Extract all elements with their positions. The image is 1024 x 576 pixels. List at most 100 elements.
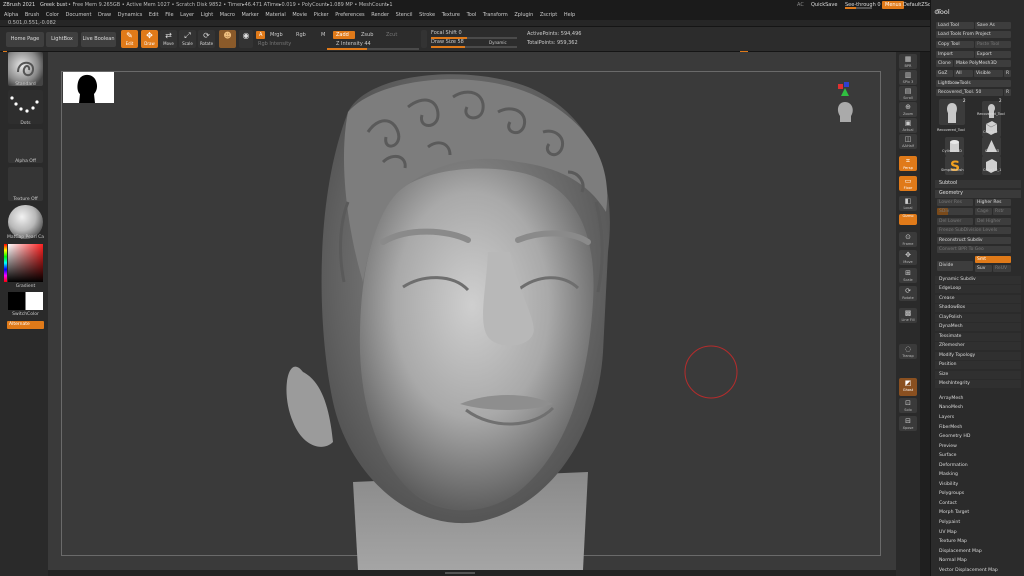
frame-button[interactable]: ⊙ Frame [899, 232, 917, 247]
modify-topology-subpalette[interactable]: Modify Topology [935, 352, 1021, 360]
texture-map-section[interactable]: Texture Map [939, 538, 967, 546]
dynamic-toggle[interactable]: Dynamic [489, 39, 507, 46]
aahalf-button[interactable]: ◫ AAHalf [899, 134, 917, 149]
reuv-toggle[interactable]: ReUV [993, 265, 1011, 272]
bottom-shelf-handle[interactable] [445, 572, 475, 574]
zadd-toggle[interactable]: Zadd [333, 31, 355, 39]
color-picker[interactable] [8, 244, 43, 282]
menu-draw[interactable]: Draw [98, 10, 111, 20]
goz-all-button[interactable]: All [954, 70, 973, 77]
menu-help[interactable]: Help [564, 10, 575, 20]
higher-res-button[interactable]: Higher Res [975, 199, 1011, 206]
position-subpalette[interactable]: Position [935, 361, 1021, 369]
menu-alpha[interactable]: Alpha [4, 10, 18, 20]
gear-icon[interactable]: ⚙ [934, 9, 939, 16]
quicksave-button[interactable]: QuickSave [808, 1, 840, 9]
preview-section[interactable]: Preview [939, 443, 957, 451]
masking-section[interactable]: Masking [939, 471, 958, 479]
shadowbox-subpalette[interactable]: ShadowBox [935, 304, 1021, 312]
sculptris-button[interactable]: ◉ [239, 30, 253, 48]
dynamesh-subpalette[interactable]: DynaMesh [935, 323, 1021, 331]
claypolish-subpalette[interactable]: ClayPolish [935, 314, 1021, 322]
lightbox-tools-button[interactable]: Lightbox▸Tools [936, 80, 1011, 87]
scroll-button[interactable]: ▤ Scroll [899, 86, 917, 101]
rotate-mode-button[interactable]: ⟳ Rotate [198, 30, 215, 48]
menu-light[interactable]: Light [201, 10, 213, 20]
scale-mode-button[interactable]: ⤢ Scale [179, 30, 196, 48]
copy-tool-button[interactable]: Copy Tool [936, 41, 974, 48]
cage-button[interactable]: Cage [975, 208, 992, 215]
rgb-intensity-slider[interactable]: Rgb Intensity [258, 41, 291, 48]
menu-zscript[interactable]: Zscript [540, 10, 557, 20]
menu-zplugin[interactable]: Zplugin [514, 10, 533, 20]
menu-document[interactable]: Document [66, 10, 92, 20]
see-through-track[interactable] [845, 7, 872, 9]
document-canvas[interactable] [48, 52, 896, 570]
draw-mode-button[interactable]: ✥ Draw [141, 30, 158, 48]
divide-button[interactable]: Divide [937, 261, 973, 271]
mrgb-toggle[interactable]: Mrgb [267, 31, 286, 39]
stroke-selector[interactable] [8, 90, 43, 124]
current-tool-slider[interactable]: Recovered_Tool. 50 [936, 89, 1003, 96]
menu-material[interactable]: Material [265, 10, 285, 20]
tool-tile-cube3d-1[interactable] [982, 156, 1001, 175]
surface-section[interactable]: Surface [939, 452, 957, 460]
menu-dynamics[interactable]: Dynamics [118, 10, 143, 20]
deformation-section[interactable]: Deformation [939, 462, 968, 470]
suv-toggle[interactable]: Suv [975, 265, 992, 272]
meshintegrity-subpalette[interactable]: MeshIntegrity [935, 380, 1021, 388]
export-button[interactable]: Export [975, 51, 1011, 58]
smt-toggle[interactable]: Smt [975, 256, 1011, 263]
menu-macro[interactable]: Macro [220, 10, 235, 20]
visibility-section[interactable]: Visibility [939, 481, 958, 489]
current-tool-r-button[interactable]: R [1004, 89, 1011, 96]
tessimate-subpalette[interactable]: Tessimate [935, 333, 1021, 341]
polypaint-section[interactable]: Polypaint [939, 519, 960, 527]
edit-mode-button[interactable]: ✎ Edit [121, 30, 138, 48]
nanomesh-section[interactable]: NanoMesh [939, 404, 963, 412]
uv-map-section[interactable]: UV Map [939, 529, 957, 537]
brush-selector[interactable] [8, 52, 43, 86]
local-button[interactable]: ◧ Local [899, 196, 917, 211]
a-toggle[interactable]: A [256, 31, 266, 39]
dynamic-subdiv-subpalette[interactable]: Dynamic Subdiv [935, 276, 1021, 284]
current-material-swatch[interactable]: ☻ [219, 30, 236, 48]
lightbox-button[interactable]: LightBox [46, 32, 78, 47]
layers-section[interactable]: Layers [939, 414, 954, 422]
save-as-button[interactable]: Save As [975, 22, 1011, 29]
hue-strip[interactable] [4, 244, 7, 282]
sdiv-slider[interactable]: SDiv [937, 208, 973, 215]
menu-tool[interactable]: Tool [467, 10, 477, 20]
zcut-toggle[interactable]: Zcut [383, 31, 400, 39]
menu-preferences[interactable]: Preferences [335, 10, 364, 20]
floor-button[interactable]: ▭ Floor [899, 176, 917, 191]
load-tools-from-project-button[interactable]: Load Tools From Project [936, 31, 1011, 38]
switch-color-swatch[interactable] [8, 292, 43, 310]
spix-button[interactable]: ▥ SPix 3 [899, 70, 917, 85]
gizmo-button[interactable]: Gizmo [899, 214, 917, 225]
texture-selector[interactable] [8, 167, 43, 201]
goz-r-button[interactable]: R [1004, 70, 1011, 77]
tool-tile-recovered-1[interactable] [939, 99, 965, 125]
normal-map-section[interactable]: Normal Map [939, 557, 967, 565]
zremesher-subpalette[interactable]: ZRemesher [935, 342, 1021, 350]
home-page-button[interactable]: Home Page [6, 32, 44, 47]
menu-stroke[interactable]: Stroke [419, 10, 435, 20]
clone-button[interactable]: Clone [936, 60, 953, 67]
scale-view-button[interactable]: ⊞ Scale [899, 268, 917, 283]
tool-tile-simplebrush[interactable]: S [945, 156, 964, 175]
z-intensity-slider[interactable] [327, 48, 419, 50]
zoom-button[interactable]: ⊕ Zoom [899, 102, 917, 117]
alpha-selector[interactable] [8, 129, 43, 163]
menu-marker[interactable]: Marker [242, 10, 259, 20]
convert-bpr-button[interactable]: Convert BPR To Geo [937, 246, 1011, 253]
size-subpalette[interactable]: Size [935, 371, 1021, 379]
ghost-button[interactable]: ◩ Ghost [899, 378, 917, 396]
menu-color[interactable]: Color [46, 10, 59, 20]
morph-target-section[interactable]: Morph Target [939, 509, 969, 517]
contact-section[interactable]: Contact [939, 500, 957, 508]
menu-transform[interactable]: Transform [483, 10, 508, 20]
vector-displacement-map-section[interactable]: Vector Displacement Map [939, 567, 998, 575]
import-button[interactable]: Import [936, 51, 974, 58]
m-toggle[interactable]: M [318, 31, 328, 39]
